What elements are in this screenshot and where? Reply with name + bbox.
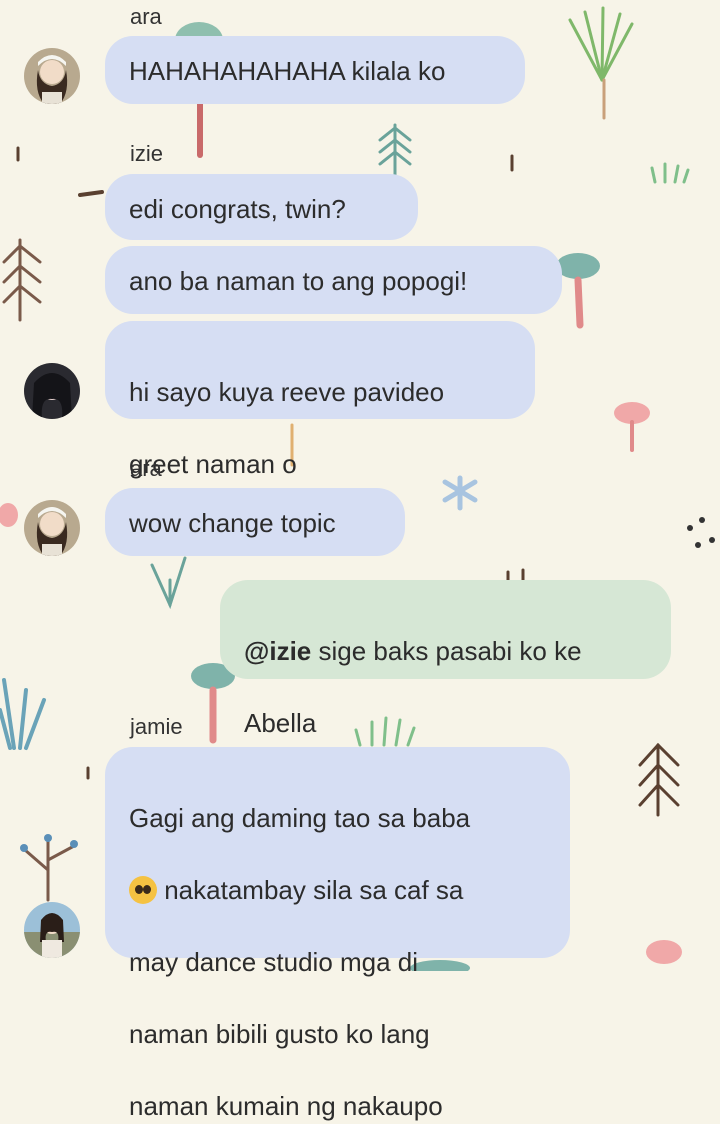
plant-doodle xyxy=(568,6,634,120)
sender-name: ara xyxy=(130,4,162,29)
message-text: sige baks pasabi ko ke xyxy=(311,636,582,666)
avatar[interactable] xyxy=(24,500,80,556)
flower-doodle xyxy=(442,475,478,511)
grass-doodle xyxy=(650,162,690,184)
mushroom-doodle xyxy=(191,663,235,744)
avatar-photo-icon xyxy=(24,48,80,104)
message-text: Gagi ang daming tao sa baba xyxy=(129,803,471,833)
avatar-photo-icon xyxy=(24,500,80,556)
message-bubble[interactable]: ano ba naman to ang popogi! xyxy=(105,246,562,314)
message-bubble[interactable]: Gagi ang daming tao sa baba nakatambay s… xyxy=(105,747,570,1121)
plant-doodle xyxy=(150,556,187,610)
sender-name: jamie xyxy=(130,714,183,739)
sender-name: izie xyxy=(130,141,164,166)
user-mention[interactable]: @izie xyxy=(244,636,311,666)
message-bubble[interactable]: wow change topic xyxy=(105,488,405,556)
message-text: naman bibili gusto ko lang xyxy=(129,1019,430,1049)
avatar-photo-icon xyxy=(24,363,80,419)
avatar[interactable] xyxy=(24,48,80,104)
message-bubble[interactable]: hi sayo kuya reeve pavideo greet naman o xyxy=(105,321,535,513)
message-text: Abella xyxy=(244,708,317,738)
branch-doodle xyxy=(638,742,680,817)
avatar[interactable] xyxy=(24,363,80,419)
message-bubble[interactable]: edi congrats, twin? xyxy=(105,174,418,240)
own-message-bubble[interactable]: @izie sige baks pasabi ko ke Abella xyxy=(220,580,671,738)
message-bubble[interactable]: HAHAHAHAHAHA kilala ko xyxy=(105,36,525,104)
pine-doodle xyxy=(378,123,412,177)
message-text: may dance studio mga di xyxy=(129,947,419,977)
grass-doodle xyxy=(354,716,416,747)
sender-name: ara xyxy=(130,456,162,481)
message-text: hi sayo kuya reeve pavideo xyxy=(129,377,445,407)
branch-doodle xyxy=(2,238,42,322)
mushroom-doodle xyxy=(614,402,650,452)
mushroom-doodle xyxy=(556,253,600,329)
message-text: nakatambay sila sa caf sa xyxy=(157,875,464,905)
avatar-photo-icon xyxy=(24,902,80,958)
message-text: naman kumain ng nakaupo xyxy=(129,1091,443,1121)
grass-doodle xyxy=(0,678,46,750)
branch-doodle xyxy=(23,838,76,902)
avatar[interactable] xyxy=(24,902,80,958)
pleading-face-emoji-icon xyxy=(129,876,157,904)
